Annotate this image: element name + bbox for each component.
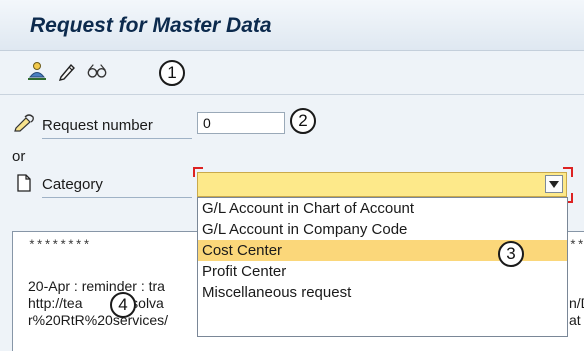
glasses-icon[interactable]	[86, 60, 108, 82]
notes-line-1: 20-Apr : reminder : tra	[28, 278, 165, 294]
notes-line-3[interactable]: r%20RtR%20services/	[28, 312, 168, 328]
person-assign-icon[interactable]	[26, 60, 48, 82]
notes-line-2-end: n/D	[569, 295, 584, 311]
callout-3: 3	[498, 241, 524, 267]
notes-line-3-end: at	[569, 312, 581, 328]
document-icon	[16, 174, 32, 197]
request-number-input[interactable]	[197, 112, 285, 134]
pencil-icon[interactable]	[56, 60, 78, 82]
notes-link-start[interactable]: http://tea	[28, 295, 82, 311]
application-toolbar: 1	[0, 51, 584, 95]
notes-stars-right: **	[569, 238, 584, 253]
category-label: Category	[42, 176, 103, 193]
chevron-down-icon	[549, 180, 559, 188]
option-gl-account-chart[interactable]: G/L Account in Chart of Account	[198, 198, 567, 219]
notes-stars: ********	[28, 238, 91, 253]
request-number-icon	[14, 114, 36, 137]
dropdown-button[interactable]	[545, 175, 563, 193]
title-bar: Request for Master Data	[0, 0, 584, 51]
callout-2: 2	[290, 108, 316, 134]
category-combobox[interactable]	[197, 172, 567, 197]
request-number-label: Request number	[42, 117, 153, 134]
category-underline	[42, 197, 192, 198]
request-number-underline	[42, 138, 192, 139]
option-miscellaneous-request[interactable]: Miscellaneous request	[198, 282, 567, 303]
category-dropdown-list: G/L Account in Chart of Account G/L Acco…	[197, 197, 568, 337]
or-label: or	[12, 148, 26, 165]
callout-4: 4	[110, 292, 136, 318]
focus-corner	[193, 167, 203, 177]
option-gl-account-company-code[interactable]: G/L Account in Company Code	[198, 219, 567, 240]
focus-corner	[563, 167, 573, 177]
notes-line-2: http://tea es.solva	[28, 295, 164, 311]
callout-1: 1	[159, 60, 185, 86]
page-title: Request for Master Data	[30, 14, 272, 37]
